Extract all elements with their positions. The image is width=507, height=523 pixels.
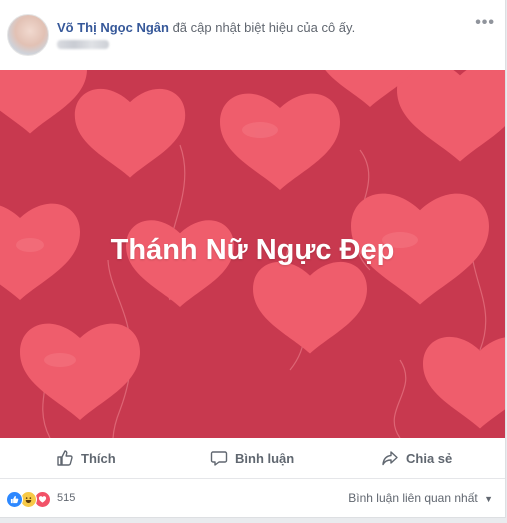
more-options-icon[interactable]: ••• [475,14,495,32]
like-label: Thích [81,450,116,466]
comment-sort-label: Bình luận liên quan nhất [348,491,478,505]
post-headline: Võ Thị Ngọc Ngân đã cập nhật biệt hiệu c… [57,20,355,35]
thumbs-up-icon [57,450,73,466]
nickname-banner: Thánh Nữ Ngực Đẹp [0,70,505,438]
like-button[interactable]: Thích [56,449,116,467]
reactions-bar: 515 Bình luận liên quan nhất ▼ [0,479,505,517]
author-avatar[interactable] [7,14,49,56]
caret-down-icon: ▼ [484,494,493,504]
post-timestamp-redacted [57,40,109,49]
comment-sort-dropdown[interactable]: Bình luận liên quan nhất ▼ [348,491,493,505]
share-button[interactable]: Chia sẻ [381,449,452,467]
comment-label: Bình luận [235,450,295,466]
post-header: Võ Thị Ngọc Ngân đã cập nhật biệt hiệu c… [0,0,505,70]
reaction-count[interactable]: 515 [57,492,75,504]
share-label: Chia sẻ [406,450,453,466]
comment-button[interactable]: Bình luận [210,449,294,467]
post-action-text: đã cập nhật biệt hiệu của cô ấy. [172,20,356,35]
post-actions-bar: Thích Bình luận Chia sẻ [0,438,505,479]
share-icon [382,451,398,466]
banner-nickname-text: Thánh Nữ Ngực Đẹp [110,234,395,266]
like-reaction-icon [6,491,23,508]
comment-icon [210,451,228,466]
post-card: Võ Thị Ngọc Ngân đã cập nhật biệt hiệu c… [0,0,506,518]
reaction-icons[interactable] [6,491,51,508]
author-name-link[interactable]: Võ Thị Ngọc Ngân [57,20,169,35]
